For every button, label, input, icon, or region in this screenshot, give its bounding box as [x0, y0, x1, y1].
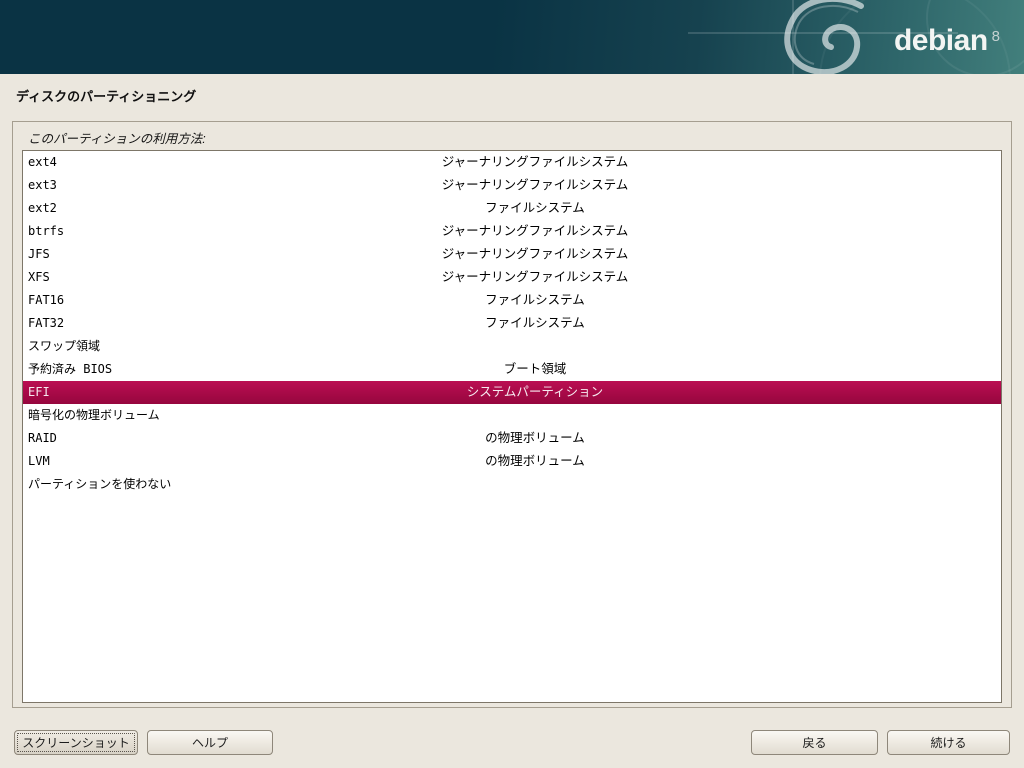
- panel-label: このパーティションの利用方法:: [28, 128, 206, 147]
- brand-text: debian: [894, 24, 988, 57]
- list-item-name: 予約済み BIOS: [28, 358, 112, 381]
- partition-method-panel: このパーティションの利用方法: ext4 ジャーナリングファイルシステム ext3 ジ…: [12, 121, 1012, 708]
- list-item-description: ファイルシステム: [485, 289, 585, 312]
- list-item[interactable]: EFI システムパーティション: [23, 381, 1001, 404]
- list-item-name: FAT32: [28, 312, 64, 335]
- list-item-name: XFS: [28, 266, 50, 289]
- list-item[interactable]: 暗号化の物理ボリューム: [23, 404, 1001, 427]
- list-item[interactable]: XFS ジャーナリングファイルシステム: [23, 266, 1001, 289]
- list-item[interactable]: ext3 ジャーナリングファイルシステム: [23, 174, 1001, 197]
- list-item[interactable]: btrfs ジャーナリングファイルシステム: [23, 220, 1001, 243]
- list-item-name: ext2: [28, 197, 57, 220]
- back-button[interactable]: 戻る: [751, 730, 878, 755]
- continue-button[interactable]: 続ける: [887, 730, 1010, 755]
- list-item-name: RAID: [28, 427, 57, 450]
- list-item[interactable]: FAT16 ファイルシステム: [23, 289, 1001, 312]
- list-item[interactable]: ext4 ジャーナリングファイルシステム: [23, 151, 1001, 174]
- list-item-description: の物理ボリューム: [485, 450, 585, 473]
- list-item-name: LVM: [28, 450, 50, 473]
- list-item[interactable]: JFS ジャーナリングファイルシステム: [23, 243, 1001, 266]
- list-item[interactable]: パーティションを使わない: [23, 473, 1001, 496]
- list-item-name: ext4: [28, 151, 57, 174]
- list-item-name: ext3: [28, 174, 57, 197]
- list-item[interactable]: RAID の物理ボリューム: [23, 427, 1001, 450]
- list-item-description: ブート領域: [504, 358, 567, 381]
- version-badge: 8: [992, 28, 1000, 45]
- list-item-description: ジャーナリングファイルシステム: [442, 151, 629, 174]
- list-item-description: ジャーナリングファイルシステム: [442, 243, 629, 266]
- help-button[interactable]: ヘルプ: [147, 730, 273, 755]
- list-item[interactable]: FAT32 ファイルシステム: [23, 312, 1001, 335]
- screenshot-button[interactable]: スクリーンショット: [14, 730, 138, 755]
- list-item-description: の物理ボリューム: [485, 427, 585, 450]
- list-item-name: パーティションを使わない: [28, 473, 171, 496]
- list-item-description: ファイルシステム: [485, 312, 585, 335]
- list-item-description: ジャーナリングファイルシステム: [442, 266, 629, 289]
- list-item-name: EFI: [28, 381, 50, 404]
- list-item-name: 暗号化の物理ボリューム: [28, 404, 160, 427]
- list-item-name: スワップ領域: [28, 335, 100, 358]
- header-banner: debian8: [0, 0, 1024, 74]
- list-item-description: システムパーティション: [467, 381, 603, 404]
- header-decoration: [0, 0, 1024, 74]
- list-item-description: ジャーナリングファイルシステム: [442, 174, 629, 197]
- partition-type-list[interactable]: ext4ジャーナリングファイルシステムext3ジャーナリングファイルシステムex…: [22, 150, 1002, 703]
- list-item[interactable]: ext2 ファイルシステム: [23, 197, 1001, 220]
- page-title: ディスクのパーティショニング: [16, 86, 196, 105]
- list-item-description: ジャーナリングファイルシステム: [442, 220, 629, 243]
- list-item[interactable]: 予約済み BIOS ブート領域: [23, 358, 1001, 381]
- list-item[interactable]: LVM の物理ボリューム: [23, 450, 1001, 473]
- list-item-name: JFS: [28, 243, 50, 266]
- list-item-description: ファイルシステム: [485, 197, 585, 220]
- list-item-name: FAT16: [28, 289, 64, 312]
- debian-logo: debian8: [894, 22, 1000, 56]
- list-item[interactable]: スワップ領域: [23, 335, 1001, 358]
- list-item-name: btrfs: [28, 220, 64, 243]
